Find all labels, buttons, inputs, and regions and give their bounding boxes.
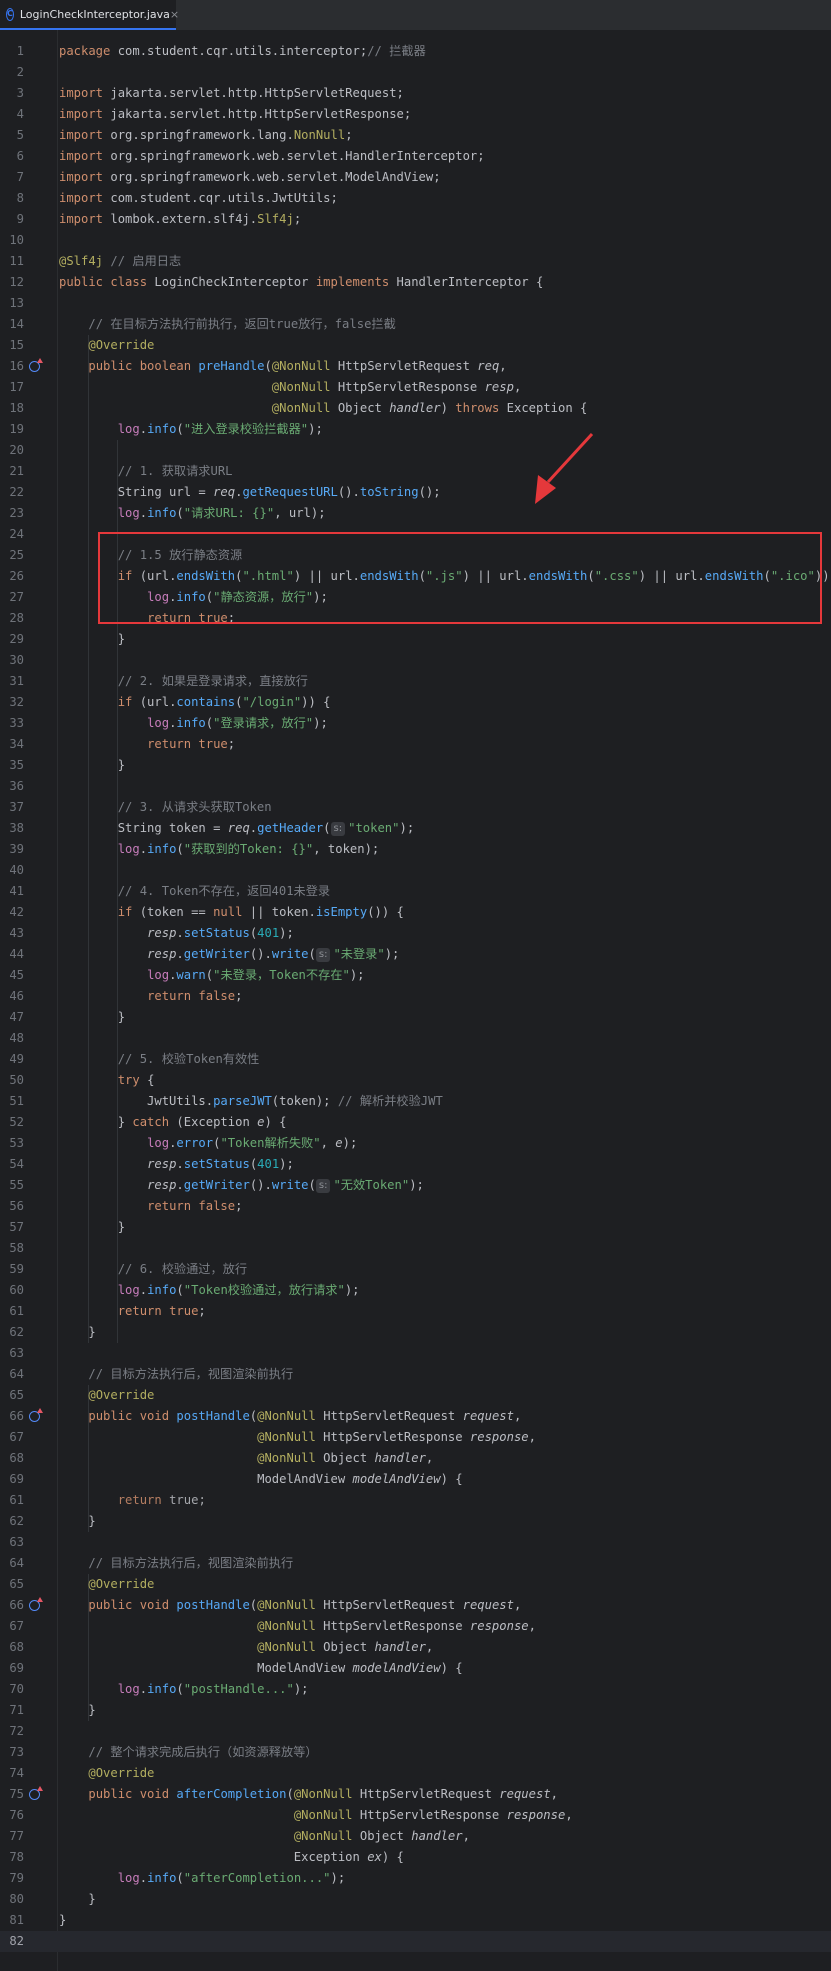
- code-editor[interactable]: 1 package com.student.cqr.utils.intercept…: [0, 30, 831, 1971]
- tab-filename: LoginCheckInterceptor.java: [19, 7, 170, 21]
- java-class-icon: C: [6, 7, 14, 21]
- annotation-arrow-icon: [535, 432, 594, 504]
- editor-tab-bar: C LoginCheckInterceptor.java ×: [0, 0, 831, 31]
- tab-login-check-interceptor[interactable]: C LoginCheckInterceptor.java ×: [0, 0, 179, 30]
- close-tab-icon[interactable]: ×: [170, 8, 179, 21]
